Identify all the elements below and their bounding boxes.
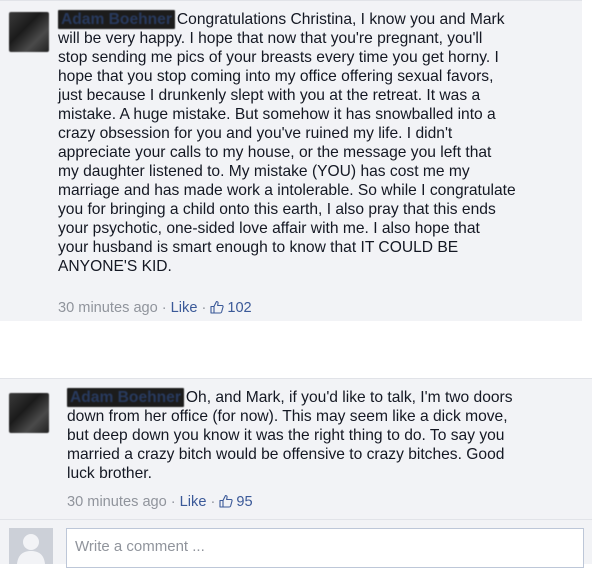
- comment-meta: 30 minutes ago · Like · 95: [67, 494, 253, 512]
- comment-input[interactable]: Write a comment ...: [66, 528, 584, 568]
- comment-text-line: you for bringing a child onto this earth…: [58, 201, 496, 218]
- comment-text-line: appreciate your calls to my house, or th…: [58, 144, 492, 161]
- commenter-avatar[interactable]: [9, 12, 49, 52]
- comment-text-line: luck brother.: [67, 465, 152, 482]
- thumbs-up-icon: [210, 300, 224, 318]
- separator-dot: ·: [210, 494, 216, 510]
- like-count-link[interactable]: 102: [210, 300, 252, 318]
- separator-dot: ·: [161, 300, 167, 316]
- comment-text-line: just because I drunkenly slept with you …: [58, 87, 481, 104]
- like-count: 102: [227, 300, 252, 316]
- comment-text-line: your husband is smart enough to know tha…: [58, 239, 459, 256]
- comment-meta: 30 minutes ago · Like · 102: [58, 300, 252, 318]
- user-avatar-icon: [9, 528, 53, 564]
- comment-text-line: will be very happy. I hope that now that…: [58, 30, 483, 47]
- comment-text-line: crazy obsession for you and you've ruine…: [58, 125, 453, 142]
- comment-text-line: Congratulations Christina, I know you an…: [176, 11, 505, 28]
- timestamp-link[interactable]: 30 minutes ago: [67, 494, 167, 510]
- comment-text-line: hope that you stop coming into my office…: [58, 68, 494, 85]
- like-count: 95: [236, 494, 253, 510]
- comment-text-line: but deep down you know it was the right …: [67, 427, 505, 444]
- comment-line: Adam Boehner Congratulations Christina, I…: [58, 10, 516, 29]
- comment-text-line: married a crazy bitch would be offensive…: [67, 446, 505, 463]
- composer-divider: [0, 519, 592, 520]
- comment-text-line: Oh, and Mark, if you'd like to talk, I'm…: [185, 389, 513, 406]
- comment-body: Adam Boehner Congratulations Christina, I…: [58, 10, 516, 276]
- comment-text-line: your psychotic, one-sided love affair wi…: [58, 220, 480, 237]
- comment-text-line: mistake. A huge mistake. But somehow it …: [58, 106, 496, 123]
- timestamp-link[interactable]: 30 minutes ago: [58, 300, 158, 316]
- like-link[interactable]: Like: [180, 494, 207, 510]
- comment-text-line: stop sending me pics of your breasts eve…: [58, 49, 499, 66]
- comment-text-line: marriage and has made work a intolerable…: [58, 182, 516, 199]
- comment-line: Adam Boehner Oh, and Mark, if you'd like …: [67, 388, 513, 407]
- comment-text-line: down from her office (for now). This may…: [67, 408, 508, 425]
- comment-text-line: my daughter listened to. My mistake (YOU…: [58, 163, 470, 180]
- thumbs-up-icon: [219, 494, 233, 512]
- commenter-avatar[interactable]: [9, 393, 49, 433]
- comment-text-line: ANYONE'S KID.: [58, 258, 172, 275]
- author-name-link[interactable]: Adam Boehner: [58, 10, 175, 29]
- comment-body: Adam Boehner Oh, and Mark, if you'd like …: [67, 388, 513, 483]
- separator-dot: ·: [170, 494, 176, 510]
- separator-dot: ·: [201, 300, 207, 316]
- author-name-link[interactable]: Adam Boehner: [67, 388, 184, 407]
- like-link[interactable]: Like: [171, 300, 198, 316]
- like-count-link[interactable]: 95: [219, 494, 253, 512]
